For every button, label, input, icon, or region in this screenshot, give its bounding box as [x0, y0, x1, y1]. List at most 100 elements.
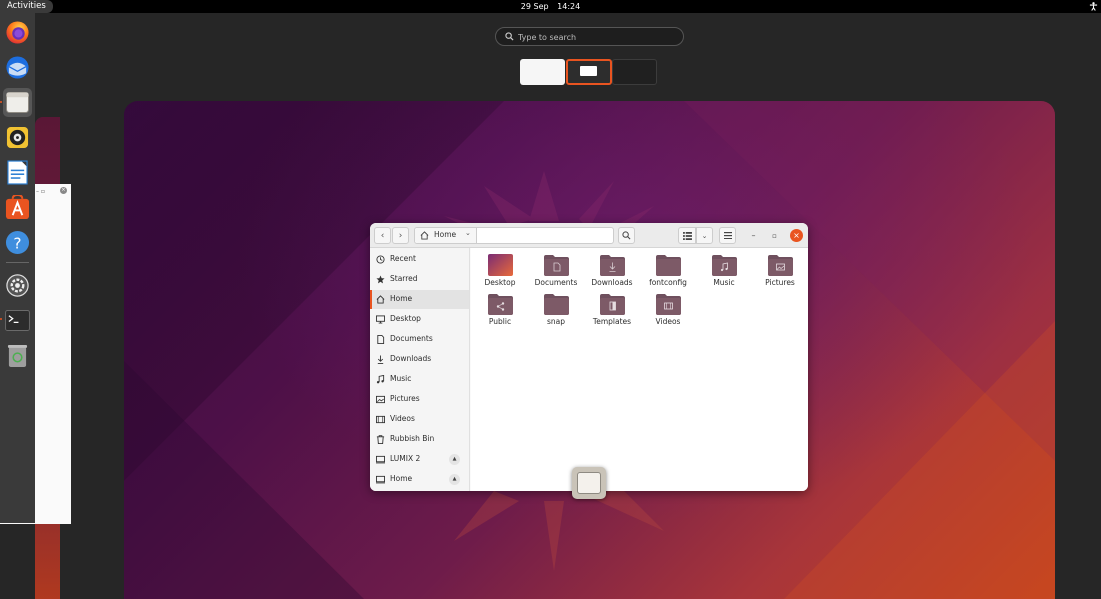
path-home-segment[interactable]: Home ⌄: [415, 228, 477, 243]
main-menu-button[interactable]: [719, 227, 736, 244]
view-list-button[interactable]: [678, 227, 696, 244]
sidebar-item-recent[interactable]: Recent: [370, 250, 469, 269]
sidebar-item-label: Desktop: [390, 314, 421, 323]
file-item-pictures[interactable]: Pictures: [752, 250, 808, 288]
folder-icon: [544, 294, 569, 315]
svg-text:?: ?: [13, 234, 21, 252]
sidebar-item-label: LUMIX 2: [390, 454, 421, 463]
places-sidebar: Recent Starred Home Desktop Documents Do…: [370, 248, 470, 491]
file-item-templates[interactable]: Templates: [584, 289, 640, 327]
firefox-icon: [6, 21, 29, 44]
rhythmbox-icon: [6, 126, 29, 149]
sidebar-item-label: Pictures: [390, 394, 420, 403]
sidebar-item-label: Downloads: [390, 354, 432, 363]
dock-thunderbird[interactable]: [3, 53, 32, 82]
sidebar-item-label: Home: [390, 294, 413, 303]
file-name: Public: [488, 317, 512, 326]
file-item-videos[interactable]: Videos: [640, 289, 696, 327]
folder-icon: [656, 255, 681, 276]
sidebar-item-pictures[interactable]: Pictures: [370, 390, 469, 409]
path-bar[interactable]: Home ⌄: [414, 227, 614, 244]
dock-firefox[interactable]: [3, 18, 32, 47]
eject-icon[interactable]: ▲: [449, 474, 460, 485]
file-item-snap[interactable]: snap: [528, 289, 584, 327]
minimize-button[interactable]: –: [747, 229, 760, 242]
search-button[interactable]: [618, 227, 635, 244]
file-name: Downloads: [591, 278, 633, 287]
eject-icon[interactable]: ▲: [449, 454, 460, 465]
music-folder-icon: [712, 255, 737, 276]
clock[interactable]: 29 Sep 14:24: [0, 0, 1101, 13]
trash-icon: [376, 435, 385, 444]
running-indicator: [0, 101, 2, 103]
list-view-icon: [682, 231, 692, 240]
sidebar-item-home-drive[interactable]: Home ▲: [370, 470, 469, 489]
file-grid[interactable]: Desktop Documents Downloads fontconfig M…: [471, 248, 808, 491]
close-icon: ×: [793, 231, 800, 240]
window-thumbnail: [580, 66, 597, 76]
search-icon: [622, 231, 631, 240]
peek-window-controls: – ▫: [36, 188, 45, 195]
top-bar: Activities 29 Sep 14:24: [0, 0, 1101, 13]
workspace-thumbnail-1[interactable]: [520, 59, 565, 85]
sidebar-item-music[interactable]: Music: [370, 370, 469, 389]
workspace-thumbnail-3[interactable]: [612, 59, 657, 85]
view-options-button[interactable]: ⌄: [696, 227, 713, 244]
close-button[interactable]: ×: [790, 229, 803, 242]
dock-settings[interactable]: [3, 271, 32, 300]
file-name: snap: [546, 317, 566, 326]
chevron-down-icon: ⌄: [701, 231, 708, 240]
file-item-music[interactable]: Music: [696, 250, 752, 288]
software-icon: [5, 195, 30, 220]
search-field[interactable]: [495, 27, 684, 46]
file-name: Music: [713, 278, 735, 287]
pictures-folder-icon: [768, 255, 793, 276]
sidebar-item-starred[interactable]: Starred: [370, 270, 469, 289]
sidebar-item-label: Music: [390, 374, 412, 383]
clock-time: 14:24: [557, 2, 581, 11]
maximize-button[interactable]: ▫: [768, 229, 781, 242]
workspace-thumbnail-2[interactable]: [566, 59, 612, 85]
clock-date: 29 Sep: [520, 2, 549, 11]
file-name: fontconfig: [649, 278, 687, 287]
search-icon: [505, 32, 514, 41]
back-button[interactable]: ‹: [374, 227, 391, 244]
drive-icon: [376, 455, 385, 464]
search-input[interactable]: [518, 30, 678, 44]
dock-trash[interactable]: [3, 341, 32, 370]
dock-ubuntu-software[interactable]: [3, 193, 32, 222]
sidebar-item-desktop[interactable]: Desktop: [370, 310, 469, 329]
close-icon[interactable]: ×: [60, 187, 67, 194]
files-icon: [577, 472, 601, 494]
dock-libreoffice-writer[interactable]: [3, 158, 32, 187]
file-item-fontconfig[interactable]: fontconfig: [640, 250, 696, 288]
file-item-downloads[interactable]: Downloads: [584, 250, 640, 288]
file-name: Templates: [592, 317, 632, 326]
sidebar-item-documents[interactable]: Documents: [370, 330, 469, 349]
file-item-documents[interactable]: Documents: [528, 250, 584, 288]
file-item-public[interactable]: Public: [472, 289, 528, 327]
file-item-desktop[interactable]: Desktop: [472, 250, 528, 288]
dock-help[interactable]: ?: [3, 228, 32, 257]
dock-terminal[interactable]: [3, 306, 32, 335]
accessibility-icon[interactable]: [1089, 1, 1098, 11]
file-name: Videos: [655, 317, 681, 326]
dock-files[interactable]: [3, 88, 32, 117]
clock-icon: [376, 255, 385, 264]
sidebar-item-label: Documents: [390, 334, 433, 343]
documents-folder-icon: [544, 255, 569, 276]
sidebar-item-label: Home: [390, 474, 413, 483]
dock-rhythmbox[interactable]: [3, 123, 32, 152]
sidebar-item-home[interactable]: Home: [370, 290, 469, 309]
sidebar-item-videos[interactable]: Videos: [370, 410, 469, 429]
sidebar-item-lumix-drive[interactable]: LUMIX 2 ▲: [370, 450, 469, 469]
files-app-icon-drag[interactable]: [572, 467, 606, 499]
sidebar-item-label: Starred: [390, 274, 418, 283]
sidebar-item-rubbish-bin[interactable]: Rubbish Bin: [370, 430, 469, 449]
desktop-overview: – ▫ × Activities 29 Sep 14:24 Type to se…: [0, 0, 1101, 599]
forward-button[interactable]: ›: [392, 227, 409, 244]
chevron-right-icon: ›: [398, 230, 403, 241]
files-window[interactable]: ‹ › Home ⌄ ⌄ – ▫ × Recent Starred Home D…: [370, 223, 808, 491]
sidebar-item-downloads[interactable]: Downloads: [370, 350, 469, 369]
home-icon: [420, 231, 429, 240]
